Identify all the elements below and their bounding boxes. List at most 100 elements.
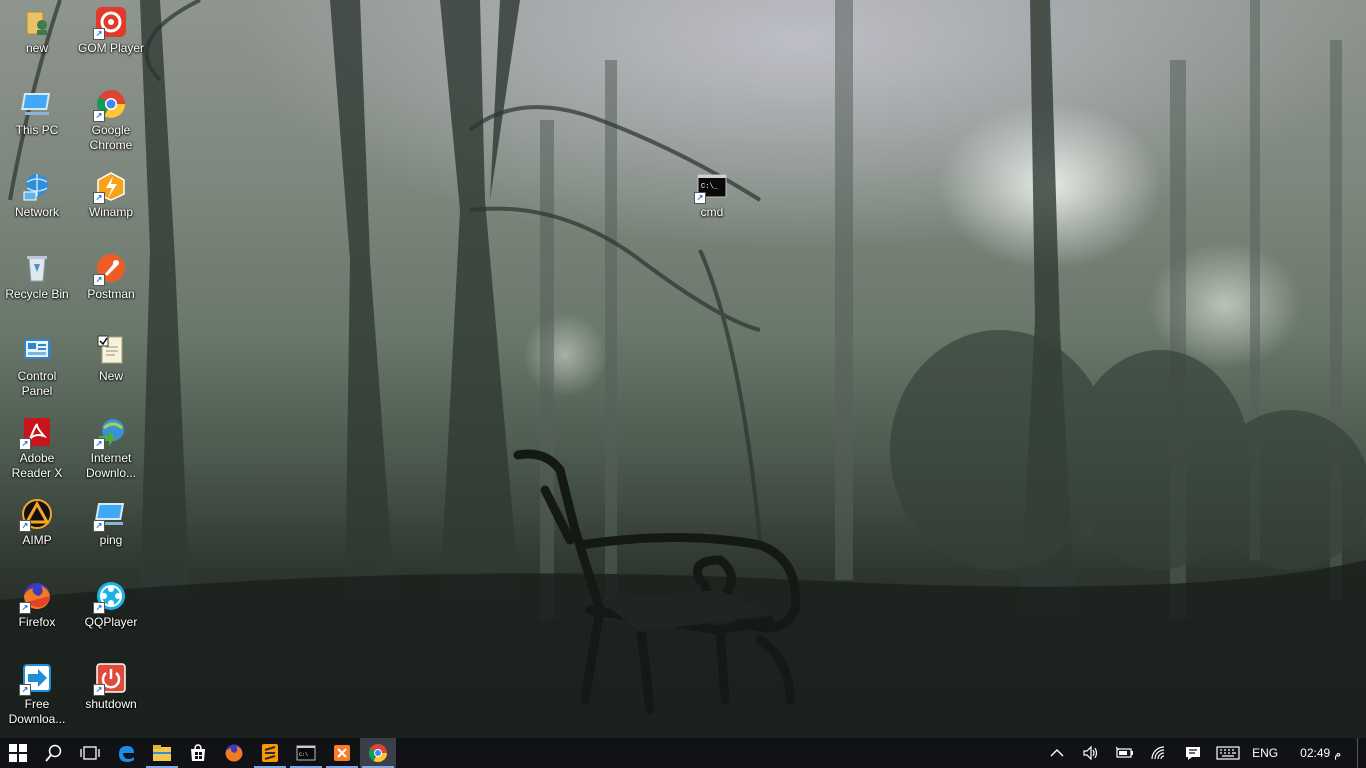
desktop-icon-gom-player[interactable]: ↗ GOM Player xyxy=(75,6,147,56)
sublime-text-icon xyxy=(262,744,278,762)
winamp-icon: ↗ xyxy=(93,170,127,204)
desktop-icon-internet-download-manager[interactable]: ↗ Internet Downlo... xyxy=(75,416,147,481)
network-button[interactable] xyxy=(1142,738,1176,768)
chrome-icon xyxy=(368,744,387,763)
svg-text:C:\_: C:\_ xyxy=(701,183,719,191)
ping-shortcut-icon: ↗ xyxy=(93,498,127,532)
gom-player-icon: ↗ xyxy=(93,6,127,40)
shortcut-arrow-icon: ↗ xyxy=(19,602,31,614)
cmd-icon: C:\ xyxy=(296,745,316,761)
desktop-icon-network[interactable]: Network xyxy=(1,170,73,220)
control-panel-icon xyxy=(21,334,53,366)
desktop-icon-cmd[interactable]: C:\_ ↗ cmd xyxy=(676,170,748,220)
adobe-reader-icon: ↗ xyxy=(19,416,53,450)
search-button[interactable] xyxy=(36,738,72,768)
desktop-wallpaper: new ↗ GOM Player This PC ↗ Google Chrome… xyxy=(0,0,1366,738)
wifi-icon xyxy=(1151,746,1165,760)
desktop-icon-label: shutdown xyxy=(85,697,137,711)
desktop-icon-label: Network xyxy=(14,205,59,219)
taskbar: C:\ ENG 02:49 م xyxy=(0,738,1366,768)
shortcut-arrow-icon: ↗ xyxy=(93,520,105,532)
action-center-button[interactable] xyxy=(1176,738,1210,768)
this-pc-icon xyxy=(21,88,53,120)
input-language-indicator[interactable]: ENG xyxy=(1246,738,1284,768)
desktop-icon-label: Adobe Reader X xyxy=(11,451,63,480)
clock-time: 02:49 xyxy=(1300,746,1331,760)
folder-icon xyxy=(153,745,171,761)
desktop-icon-label: New xyxy=(98,369,123,383)
desktop-icon-new-folder[interactable]: new xyxy=(1,6,73,56)
store-icon xyxy=(191,744,205,761)
taskbar-sublime[interactable] xyxy=(252,738,288,768)
chrome-icon: ↗ xyxy=(93,88,127,122)
aimp-icon: ↗ xyxy=(19,498,53,532)
shutdown-icon: ↗ xyxy=(93,662,127,696)
desktop-icon-google-chrome[interactable]: ↗ Google Chrome xyxy=(75,88,147,153)
system-tray: ENG 02:49 م xyxy=(1040,738,1366,768)
folder-user-icon xyxy=(21,6,53,38)
desktop-icon-label: Control Panel xyxy=(17,369,57,398)
touch-keyboard-button[interactable] xyxy=(1210,738,1246,768)
shortcut-arrow-icon: ↗ xyxy=(19,438,31,450)
taskbar-firefox[interactable] xyxy=(216,738,252,768)
edge-icon xyxy=(119,746,134,762)
desktop-icon-label: Internet Downlo... xyxy=(85,451,137,480)
foggy-forest-scenery xyxy=(0,0,1366,738)
keyboard-icon xyxy=(1216,746,1240,760)
desktop-icon-adobe-reader[interactable]: ↗ Adobe Reader X xyxy=(1,416,73,481)
clock[interactable]: 02:49 م xyxy=(1284,738,1357,768)
desktop-icon-postman[interactable]: ↗ Postman xyxy=(75,252,147,302)
desktop-icon-control-panel[interactable]: Control Panel xyxy=(1,334,73,399)
taskbar-xampp[interactable] xyxy=(324,738,360,768)
chevron-up-icon xyxy=(1050,749,1064,757)
text-document-icon xyxy=(95,334,127,366)
taskbar-cmd[interactable]: C:\ xyxy=(288,738,324,768)
shortcut-arrow-icon: ↗ xyxy=(93,192,105,204)
desktop-icon-ping[interactable]: ↗ ping xyxy=(75,498,147,548)
volume-icon xyxy=(1083,745,1098,761)
desktop-icon-label: QQPlayer xyxy=(84,615,138,629)
desktop-icon-this-pc[interactable]: This PC xyxy=(1,88,73,138)
task-view-button[interactable] xyxy=(72,738,108,768)
desktop-icon-free-download-manager[interactable]: ↗ Free Downloa... xyxy=(1,662,73,727)
taskbar-chrome[interactable] xyxy=(360,738,396,768)
battery-button[interactable] xyxy=(1108,738,1142,768)
desktop-icon-label: Winamp xyxy=(88,205,133,219)
show-hidden-icons-button[interactable] xyxy=(1040,738,1074,768)
shortcut-arrow-icon: ↗ xyxy=(93,110,105,122)
start-button[interactable] xyxy=(0,738,36,768)
internet-download-manager-icon: ↗ xyxy=(93,416,127,450)
shortcut-arrow-icon: ↗ xyxy=(93,274,105,286)
show-desktop-button[interactable] xyxy=(1357,738,1366,768)
task-view-icon xyxy=(80,746,100,760)
desktop-icon-qqplayer[interactable]: ↗ QQPlayer xyxy=(75,580,147,630)
desktop-icon-firefox[interactable]: ↗ Firefox xyxy=(1,580,73,630)
cmd-icon: C:\_ ↗ xyxy=(694,170,728,204)
desktop-icon-label: ping xyxy=(99,533,123,547)
windows-logo-icon xyxy=(9,744,27,762)
desktop-icon-shutdown[interactable]: ↗ shutdown xyxy=(75,662,147,712)
postman-icon: ↗ xyxy=(93,252,127,286)
taskbar-file-explorer[interactable] xyxy=(144,738,180,768)
desktop-icon-recycle-bin[interactable]: Recycle Bin xyxy=(1,252,73,302)
network-icon xyxy=(21,170,53,202)
taskbar-store[interactable] xyxy=(180,738,216,768)
shortcut-arrow-icon: ↗ xyxy=(93,684,105,696)
desktop-icon-label: This PC xyxy=(15,123,59,137)
volume-button[interactable] xyxy=(1074,738,1108,768)
desktop-icon-label: cmd xyxy=(700,205,724,219)
taskbar-edge[interactable] xyxy=(108,738,144,768)
firefox-icon: ↗ xyxy=(19,580,53,614)
svg-text:C:\: C:\ xyxy=(299,752,308,758)
desktop-icon-new-text[interactable]: New xyxy=(75,334,147,384)
desktop-icon-winamp[interactable]: ↗ Winamp xyxy=(75,170,147,220)
desktop-icon-aimp[interactable]: ↗ AIMP xyxy=(1,498,73,548)
desktop-icon-label: Recycle Bin xyxy=(5,287,69,301)
notification-icon xyxy=(1186,747,1201,760)
shortcut-arrow-icon: ↗ xyxy=(93,602,105,614)
firefox-icon xyxy=(225,744,243,762)
recycle-bin-icon xyxy=(21,252,53,284)
search-icon xyxy=(45,744,62,762)
desktop-icon-label: GOM Player xyxy=(77,41,144,55)
battery-charging-icon xyxy=(1115,746,1134,758)
